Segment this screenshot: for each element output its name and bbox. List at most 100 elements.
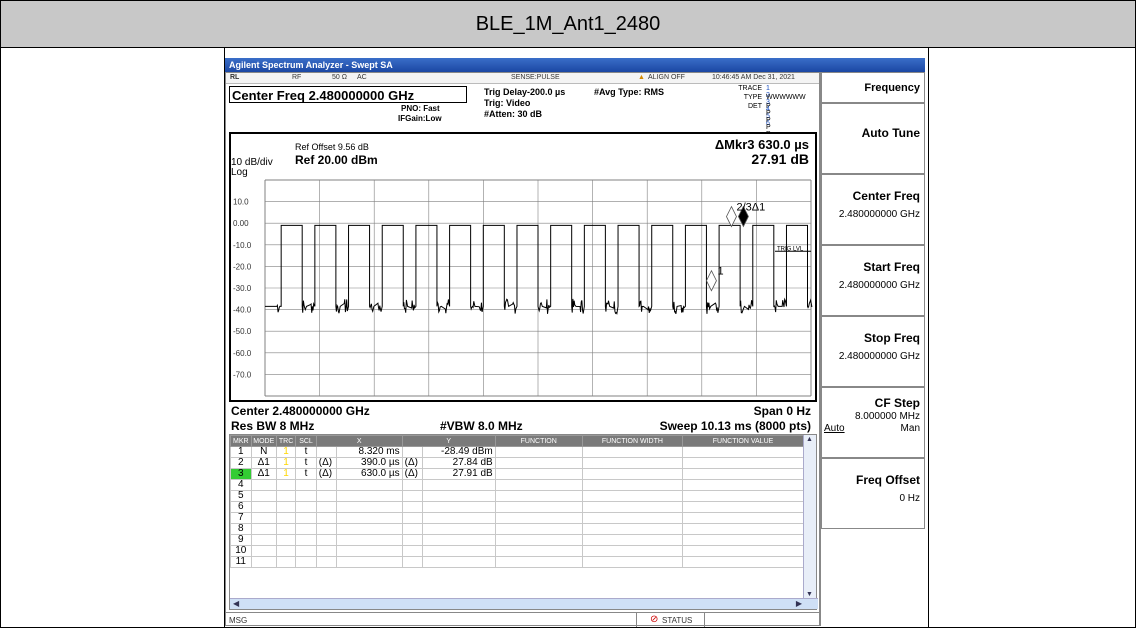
marker-mode (250, 545, 277, 557)
trig-delay-label: Trig Delay-200.0 µs (484, 87, 566, 97)
col-function-value: FUNCTION VALUE (682, 435, 804, 447)
scroll-left-icon[interactable]: ◀ (233, 599, 239, 608)
footer-vbw: #VBW 8.0 MHz (440, 419, 523, 433)
marker-function (494, 534, 583, 546)
y-tick-label: -10.0 (233, 241, 252, 250)
cf-step-auto[interactable]: Auto (824, 423, 845, 434)
marker-table-hscroll[interactable]: ◀ ▶ (230, 598, 818, 609)
marker-x-delta: (Δ) (315, 457, 338, 469)
marker-y-value (422, 479, 496, 491)
marker-function-width (581, 545, 684, 557)
marker-x-value (336, 479, 403, 491)
center-freq-button[interactable]: Center Freq 2.480000000 GHz (821, 174, 925, 245)
marker-table-row[interactable]: 9 (230, 534, 804, 546)
marker-x-value: 390.0 µs (336, 457, 403, 469)
stop-freq-button[interactable]: Stop Freq 2.480000000 GHz (821, 316, 925, 387)
trig-level-label: TRIG LVL (777, 246, 804, 252)
marker-number: 11 (230, 556, 252, 568)
marker-table-row[interactable]: 2 Δ1 1 t (Δ) 390.0 µs (Δ) 27.84 dB (230, 457, 804, 469)
marker-table-header: MKR MODE TRC SCL X Y FUNCTION FUNCTION W… (230, 435, 804, 447)
marker-table-row[interactable]: 1 N 1 t 8.320 ms -28.49 dBm (230, 446, 804, 458)
marker-x-value (336, 545, 403, 557)
marker-y-delta (401, 523, 424, 535)
marker-table-row[interactable]: 7 (230, 512, 804, 524)
marker-mode (250, 479, 277, 491)
marker-x-value: 630.0 µs (336, 468, 403, 480)
status-row: RL RF 50 Ω AC SENSE:PULSE ▲ ALIGN OFF 10… (226, 73, 819, 84)
marker-x-delta: (Δ) (315, 468, 338, 480)
marker-x-delta (315, 479, 338, 491)
marker-table-row[interactable]: 11 (230, 556, 804, 568)
col-function-width: FUNCTION WIDTH (581, 435, 684, 447)
marker-trace (275, 501, 297, 513)
marker-scale (295, 556, 317, 568)
trace-1-line (264, 224, 813, 315)
marker-table-vscroll[interactable]: ▲ ▼ (803, 435, 816, 599)
marker-function-value (682, 457, 804, 469)
marker-mode (250, 534, 277, 546)
col-scl: SCL (295, 435, 317, 447)
marker-x-delta (315, 545, 338, 557)
footer-span: Span 0 Hz (753, 404, 811, 418)
marker-y-delta: (Δ) (401, 457, 424, 469)
marker-function (494, 501, 583, 513)
marker-number: 8 (230, 523, 252, 535)
y-tick-label: -40.0 (233, 306, 252, 315)
start-freq-label: Start Freq (863, 260, 920, 274)
marker-number: 9 (230, 534, 252, 546)
marker-table-row[interactable]: 8 (230, 523, 804, 535)
softkey-menu-title: Frequency (821, 72, 925, 103)
cf-step-man[interactable]: Man (901, 423, 920, 434)
marker-mode (250, 490, 277, 502)
marker-function-width (581, 468, 684, 480)
coupling-label: AC (357, 74, 367, 81)
marker-number: 1 (230, 446, 252, 458)
title-bar: BLE_1M_Ant1_2480 (1, 1, 1135, 48)
marker-table-row[interactable]: 6 (230, 501, 804, 513)
marker-scale: t (295, 457, 317, 469)
col-mode: MODE (250, 435, 277, 447)
cf-step-button[interactable]: CF Step 8.000000 MHz Auto Man (821, 387, 925, 458)
status-icon: ⊘ (650, 614, 659, 625)
spectrum-analyzer-screenshot: Agilent Spectrum Analyzer - Swept SA RL … (225, 58, 926, 627)
marker-function (494, 545, 583, 557)
marker-y-value: 27.84 dB (422, 457, 496, 469)
freq-offset-value: 0 Hz (899, 493, 920, 504)
marker-function (494, 556, 583, 568)
impedance-label: 50 Ω (332, 74, 347, 81)
marker-table-row[interactable]: 10 (230, 545, 804, 557)
scroll-up-icon[interactable]: ▲ (806, 436, 813, 443)
marker-y-delta (401, 512, 424, 524)
marker-y-value: 27.91 dB (422, 468, 496, 480)
marker-function-value (682, 446, 804, 458)
marker-function (494, 523, 583, 535)
msg-divider (636, 612, 637, 627)
marker-x-value: 8.320 ms (336, 446, 403, 458)
marker-number: 5 (230, 490, 252, 502)
marker-y-delta (401, 479, 424, 491)
marker-x-delta (315, 556, 338, 568)
rl-label: RL (230, 74, 240, 81)
freq-offset-label: Freq Offset (855, 473, 920, 487)
scroll-down-icon[interactable]: ▼ (806, 591, 813, 598)
marker-function-value (682, 479, 804, 491)
cf-step-label: CF Step (874, 396, 920, 410)
type-values: WWWWWW (766, 94, 806, 101)
scroll-right-icon[interactable]: ▶ (796, 599, 802, 608)
marker-function (494, 512, 583, 524)
center-freq-readout: Center Freq 2.480000000 GHz (229, 86, 467, 103)
marker-number: 2 (230, 457, 252, 469)
marker-table-row[interactable]: 5 (230, 490, 804, 502)
auto-tune-button[interactable]: Auto Tune (821, 103, 925, 174)
freq-offset-button[interactable]: Freq Offset 0 Hz (821, 458, 925, 529)
marker-trace (275, 479, 297, 491)
marker-table-row[interactable]: 3 Δ1 1 t (Δ) 630.0 µs (Δ) 27.91 dB (230, 468, 804, 480)
marker-x-delta (315, 490, 338, 502)
marker-function-value (682, 490, 804, 502)
marker-scale: t (295, 468, 317, 480)
atten-label: #Atten: 30 dB (484, 109, 543, 119)
start-freq-button[interactable]: Start Freq 2.480000000 GHz (821, 245, 925, 316)
msg-label: MSG (229, 616, 248, 625)
marker-table-row[interactable]: 4 (230, 479, 804, 491)
status-label[interactable]: STATUS (662, 616, 692, 625)
